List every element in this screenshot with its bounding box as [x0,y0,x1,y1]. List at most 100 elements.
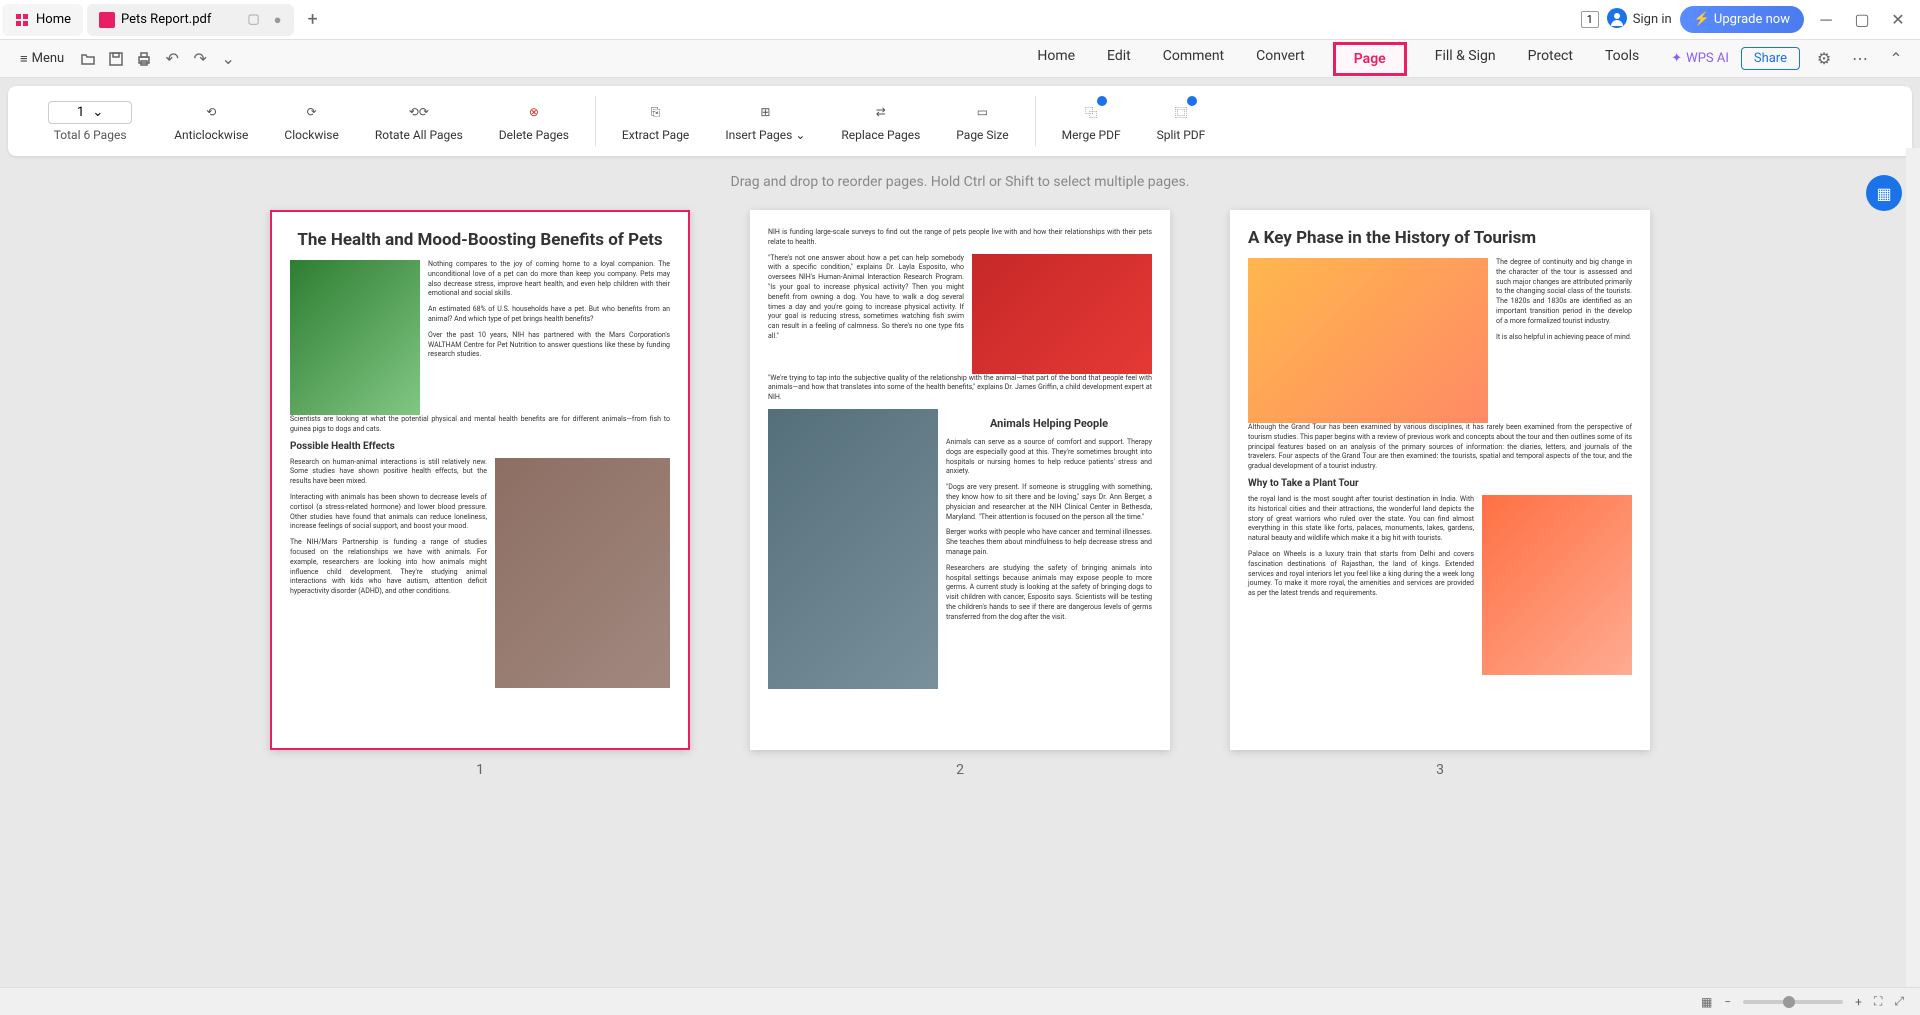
share-button[interactable]: Share [1741,47,1800,70]
tab-fill-sign[interactable]: Fill & Sign [1431,42,1500,76]
wps-ai-label: WPS AI [1686,51,1729,66]
replace-icon: ⇄ [869,100,893,124]
page-number-3: 3 [1436,762,1444,778]
page-thumb-2[interactable]: NIH is funding large-scale surveys to fi… [750,210,1170,778]
wps-logo-icon [14,12,30,28]
zoom-out-icon[interactable]: − [1724,995,1731,1009]
pdf-icon [99,12,115,28]
insert-icon: ⊞ [753,100,777,124]
replace-label: Replace Pages [841,128,920,142]
split-label: Split PDF [1157,128,1206,142]
redo-icon[interactable]: ↷ [188,47,212,71]
page-number-input[interactable]: 1 ⌄ [48,101,132,124]
insert-pages-button[interactable]: ⊞ Insert Pages ⌄ [711,96,819,146]
replace-pages-button[interactable]: ⇄ Replace Pages [827,96,934,146]
menu-label: Menu [32,51,65,66]
vertical-scrollbar[interactable] [1906,148,1920,987]
rotate-all-label: Rotate All Pages [375,128,463,142]
merge-pdf-button[interactable]: ⿻ Merge PDF [1048,96,1135,146]
view-mode-icon[interactable]: ▦ [1701,995,1712,1009]
doc-title: The Health and Mood-Boosting Benefits of… [290,230,670,250]
upgrade-button[interactable]: ⚡ Upgrade now [1680,6,1804,33]
qat-dropdown-icon[interactable]: ⌄ [216,47,240,71]
grey-cat-image [768,409,938,689]
split-pdf-button[interactable]: ⿴ Split PDF [1143,96,1220,146]
close-button[interactable]: ✕ [1884,6,1912,34]
split-icon: ⿴ [1169,100,1193,124]
ribbon: 1 ⌄ Total 6 Pages ⟲ Anticlockwise ⟳ Cloc… [8,86,1912,156]
zoom-slider[interactable] [1743,1000,1843,1004]
print-icon[interactable] [132,47,156,71]
upgrade-label: Upgrade now [1714,12,1790,27]
extract-page-button[interactable]: ⎘ Extract Page [608,96,703,146]
tab-window-icon[interactable]: ▢ [247,12,259,27]
floating-action-button[interactable]: ▦ [1866,175,1902,211]
open-icon[interactable] [76,47,100,71]
rotate-left-icon: ⟲ [199,100,223,124]
fit-page-icon[interactable]: ⛶ [1874,994,1882,1009]
dog-image [495,458,670,688]
home-tab[interactable]: Home [2,4,83,36]
tab-home[interactable]: Home [1033,42,1079,76]
tab-protect[interactable]: Protect [1524,42,1577,76]
tab-edit[interactable]: Edit [1103,42,1135,76]
delete-icon: ⊗ [522,100,546,124]
page-thumb-1[interactable]: The Health and Mood-Boosting Benefits of… [270,210,690,778]
maximize-button[interactable]: ▢ [1848,6,1876,34]
delete-label: Delete Pages [499,128,569,142]
tab-convert[interactable]: Convert [1252,42,1309,76]
anticlockwise-label: Anticlockwise [174,128,248,142]
sparkle-icon: ✦ [1671,51,1682,66]
ai-chat-icon: ▦ [1876,184,1891,203]
settings-icon[interactable]: ⚙ [1812,47,1836,71]
anticlockwise-button[interactable]: ⟲ Anticlockwise [160,96,262,146]
page-card-1[interactable]: The Health and Mood-Boosting Benefits of… [270,210,690,750]
tab-page[interactable]: Page [1333,42,1407,76]
menu-button[interactable]: ≡ Menu [12,47,72,71]
page-size-icon: ▭ [970,100,994,124]
page-size-label: Page Size [956,128,1008,142]
eiffel-image [1482,495,1632,675]
more-icon[interactable]: ⋯ [1848,47,1872,71]
user-icon [1607,8,1627,32]
clockwise-button[interactable]: ⟳ Clockwise [270,96,352,146]
page-number-1: 1 [476,762,484,778]
zoom-in-icon[interactable]: + [1855,995,1862,1009]
tab-count-badge[interactable]: 1 [1581,11,1599,28]
extract-label: Extract Page [622,128,689,142]
titlebar: Home Pets Report.pdf ▢ ● + 1 Sign in ⚡ U… [0,0,1920,40]
new-tab-button[interactable]: + [308,9,318,30]
havana-image [1248,258,1488,423]
collapse-ribbon-icon[interactable]: ⌃ [1884,47,1908,71]
signin-label: Sign in [1633,12,1672,27]
page-size-button[interactable]: ▭ Page Size [942,96,1022,146]
main-tabs: Home Edit Comment Convert Page Fill & Si… [1033,42,1643,76]
file-tab[interactable]: Pets Report.pdf ▢ ● [87,4,294,36]
delete-pages-button[interactable]: ⊗ Delete Pages [485,96,583,146]
page-thumb-3[interactable]: A Key Phase in the History of Tourism Th… [1230,210,1650,778]
page-num-value: 1 [77,105,84,120]
insert-label: Insert Pages ⌄ [725,128,805,142]
statusbar: ▦ − + ⛶ ⤢ [0,987,1920,1015]
tab-close-icon[interactable]: ● [274,12,282,28]
rotate-all-button[interactable]: ⟲⟳ Rotate All Pages [361,96,477,146]
file-tab-label: Pets Report.pdf [121,12,211,27]
minimize-button[interactable]: ─ [1812,6,1840,34]
undo-icon[interactable]: ↶ [160,47,184,71]
fullscreen-icon[interactable]: ⤢ [1894,994,1904,1009]
save-icon[interactable] [104,47,128,71]
total-pages-label: Total 6 Pages [54,128,127,142]
cat-image [290,260,420,415]
hamburger-icon: ≡ [20,51,28,67]
signin-button[interactable]: Sign in [1607,8,1672,32]
wps-ai-button[interactable]: ✦ WPS AI [1671,51,1729,66]
home-tab-label: Home [36,12,71,27]
page-number-2: 2 [956,762,964,778]
dropdown-icon: ⌄ [92,105,103,120]
page-card-3[interactable]: A Key Phase in the History of Tourism Th… [1230,210,1650,750]
tab-comment[interactable]: Comment [1159,42,1228,76]
page-card-2[interactable]: NIH is funding large-scale surveys to fi… [750,210,1170,750]
page-selector: 1 ⌄ Total 6 Pages [28,101,152,142]
tab-tools[interactable]: Tools [1601,42,1643,76]
instruction-text: Drag and drop to reorder pages. Hold Ctr… [0,164,1920,200]
